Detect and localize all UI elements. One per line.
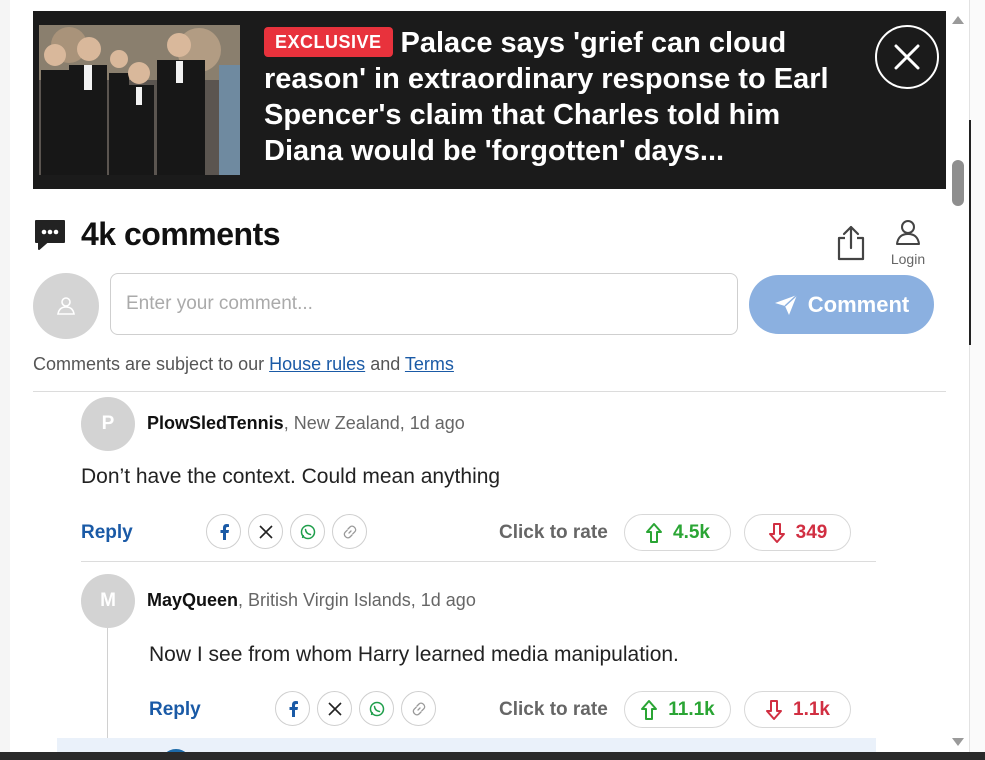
downvote-count: 349 (795, 521, 828, 543)
window-edge-mark (969, 120, 971, 345)
comment-share-buttons (275, 691, 436, 726)
article-banner[interactable]: EXCLUSIVE Palace says 'grief can cloud re… (33, 11, 946, 189)
commenter-avatar[interactable]: M (81, 574, 135, 628)
comment-rules-notice: Comments are subject to our House rules … (33, 354, 454, 375)
comment-location-time: , British Virgin Islands, 1d ago (238, 590, 476, 610)
article-headline[interactable]: EXCLUSIVE Palace says 'grief can cloud re… (264, 25, 864, 169)
divider (33, 391, 946, 392)
user-icon (896, 220, 920, 245)
scrollbar-thumb[interactable] (952, 160, 964, 206)
comment-username[interactable]: MayQueen (147, 590, 238, 610)
copy-link-button[interactable] (332, 514, 367, 549)
comment-text: Now I see from whom Harry learned media … (149, 643, 679, 666)
rules-and: and (370, 354, 401, 374)
reply-button[interactable]: Reply (81, 522, 133, 544)
upvote-count: 11.1k (668, 698, 715, 720)
house-rules-link[interactable]: House rules (269, 354, 365, 374)
article-thumbnail (39, 25, 240, 175)
comment-username[interactable]: PlowSledTennis (147, 413, 284, 433)
window-bottom-bar (0, 752, 985, 760)
rules-prefix: Comments are subject to our (33, 354, 265, 374)
upvote-count: 4.5k (673, 521, 710, 543)
user-placeholder-icon (57, 297, 75, 315)
reply-thread-line (107, 628, 108, 750)
arrow-down-icon (766, 699, 782, 720)
share-button[interactable] (835, 224, 867, 262)
share-facebook-button[interactable] (275, 691, 310, 726)
x-icon (327, 701, 342, 716)
comment-location-time: , New Zealand, 1d ago (283, 413, 465, 433)
comments-icon (35, 219, 65, 250)
arrow-down-icon (768, 522, 785, 543)
facebook-icon (220, 523, 229, 540)
downvote-count: 1.1k (793, 698, 830, 720)
comments-header: 4k comments (33, 216, 281, 253)
window-left-edge (0, 0, 10, 760)
login-button[interactable]: Login (884, 219, 932, 267)
post-comment-label: Comment (807, 291, 910, 317)
facebook-icon (289, 700, 298, 717)
exclusive-badge: EXCLUSIVE (264, 27, 393, 57)
scroll-up-icon[interactable] (952, 16, 964, 24)
window-right-edge (969, 0, 985, 760)
divider (81, 561, 876, 562)
upvote-button[interactable]: 4.5k (624, 514, 731, 551)
rate-label: Click to rate (499, 522, 608, 543)
share-x-button[interactable] (317, 691, 352, 726)
comments-count: 4k comments (81, 216, 281, 252)
login-label: Login (890, 251, 926, 267)
downvote-button[interactable]: 1.1k (744, 691, 851, 728)
current-user-avatar (33, 273, 99, 339)
post-comment-button[interactable]: Comment (749, 275, 934, 334)
arrow-up-icon (646, 522, 662, 543)
terms-link[interactable]: Terms (405, 354, 454, 374)
commenter-avatar[interactable]: P (81, 397, 135, 451)
copy-link-button[interactable] (401, 691, 436, 726)
x-icon (258, 524, 273, 539)
scroll-down-icon[interactable] (952, 738, 964, 746)
close-banner-button[interactable] (875, 25, 939, 89)
send-icon (774, 293, 798, 315)
link-icon (412, 701, 425, 716)
comment-meta: MayQueen, British Virgin Islands, 1d ago (147, 590, 476, 611)
comment-input[interactable] (110, 273, 738, 335)
share-whatsapp-button[interactable] (290, 514, 325, 549)
comment-text: Don’t have the context. Could mean anyth… (81, 465, 501, 488)
arrow-up-icon (641, 699, 658, 720)
vertical-scrollbar[interactable] (948, 10, 968, 752)
close-icon (894, 44, 920, 70)
reply-button[interactable]: Reply (149, 699, 201, 721)
comment-share-buttons (206, 514, 367, 549)
link-icon (343, 524, 356, 539)
share-whatsapp-button[interactable] (359, 691, 394, 726)
share-x-button[interactable] (248, 514, 283, 549)
share-facebook-button[interactable] (206, 514, 241, 549)
upvote-button[interactable]: 11.1k (624, 691, 731, 728)
comment-meta: PlowSledTennis, New Zealand, 1d ago (147, 413, 465, 434)
downvote-button[interactable]: 349 (744, 514, 851, 551)
whatsapp-icon (300, 524, 315, 539)
whatsapp-icon (369, 701, 384, 716)
share-icon (837, 225, 865, 261)
rate-label: Click to rate (499, 699, 608, 720)
